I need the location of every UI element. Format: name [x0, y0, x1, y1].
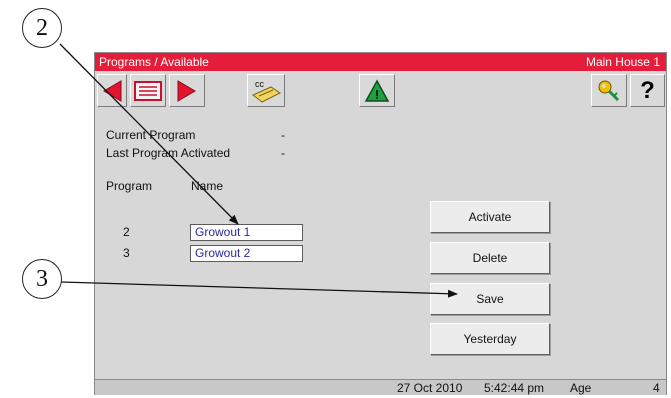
callout-2: 2 — [22, 8, 62, 48]
callout-2-leader — [59, 43, 239, 225]
callout-3-leader — [60, 281, 458, 298]
callout-leaders — [59, 43, 458, 298]
callout-3: 3 — [22, 259, 62, 299]
